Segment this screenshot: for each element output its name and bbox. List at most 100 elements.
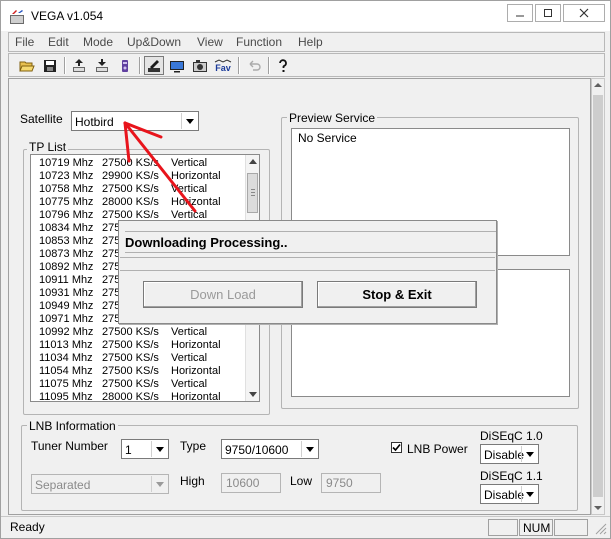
tp-polarization: Horizontal [171, 365, 221, 377]
menu-help[interactable]: Help [298, 35, 323, 49]
tp-list-row[interactable]: 11034 Mhz 27500 KS/s Vertical [31, 352, 245, 365]
vega-app-icon [10, 10, 24, 24]
dropdown-arrow[interactable] [151, 476, 167, 492]
toolbar: Fav [8, 53, 605, 77]
low-frequency-input[interactable]: 9750 [321, 473, 381, 493]
tp-frequency: 10971 Mhz [39, 313, 94, 325]
help-icon [279, 58, 287, 72]
diseqc11-select[interactable]: Disable [480, 484, 539, 504]
diseqc10-select[interactable]: Disable [480, 444, 539, 464]
annotation-arrow-icon [123, 121, 197, 213]
tp-frequency: 10834 Mhz [39, 222, 94, 234]
camera-icon [193, 59, 207, 72]
lnb-mode-value: Separated [35, 478, 91, 492]
toolbar-separator [64, 57, 66, 74]
checkmark-icon [392, 443, 401, 452]
download-button[interactable]: Down Load [143, 281, 303, 308]
tp-list-row[interactable]: 11054 Mhz 27500 KS/s Horizontal [31, 365, 245, 378]
chevron-down-icon [525, 491, 534, 497]
low-label: Low [290, 474, 313, 488]
undo-button[interactable] [244, 56, 264, 75]
chevron-down-icon [305, 446, 314, 452]
scroll-down-icon [594, 506, 602, 510]
dropdown-arrow[interactable] [301, 441, 317, 457]
scroll-up-icon [594, 83, 602, 87]
tp-frequency: 10723 Mhz [39, 170, 94, 182]
open-folder-icon [19, 61, 35, 71]
title-bar[interactable]: VEGA v1.054 [1, 1, 610, 31]
tuner-number-label: Tuner Number [31, 439, 108, 453]
diseqc11-value: Disable [484, 488, 525, 502]
edit-tp-button[interactable] [144, 56, 164, 75]
tp-list-scroll-thumb[interactable] [247, 173, 258, 213]
tuner-number-select[interactable]: 1 [121, 439, 169, 459]
lnb-mode-select[interactable]: Separated [31, 474, 169, 494]
scroll-thumb[interactable] [593, 95, 603, 497]
diseqc10-label: DiSEqC 1.0 [480, 429, 543, 443]
menu-updown[interactable]: Up&Down [127, 35, 181, 49]
resize-grip-icon[interactable] [593, 521, 607, 535]
status-cell-caps [488, 519, 518, 536]
menu-mode[interactable]: Mode [83, 35, 113, 49]
tp-list-row[interactable]: 10992 Mhz 27500 KS/s Vertical [31, 326, 245, 339]
dropdown-arrow[interactable] [521, 446, 537, 462]
toolbar-separator [268, 57, 270, 74]
tuner-number-value: 1 [125, 443, 132, 457]
dropdown-arrow[interactable] [151, 441, 167, 457]
tp-list-row[interactable]: 11075 Mhz 27500 KS/s Vertical [31, 378, 245, 391]
tp-frequency: 10911 Mhz [39, 274, 93, 286]
tp-frequency: 10853 Mhz [39, 235, 94, 247]
tp-list-row[interactable]: 11013 Mhz 27500 KS/s Horizontal [31, 339, 245, 352]
screen-button[interactable] [167, 56, 187, 75]
upload-button[interactable] [69, 56, 89, 75]
menu-edit[interactable]: Edit [48, 35, 69, 49]
minimize-button[interactable] [507, 4, 533, 22]
satellite-value: Hotbird [75, 115, 114, 129]
dropdown-arrow[interactable] [521, 486, 537, 502]
open-button[interactable] [17, 56, 37, 75]
maximize-icon [544, 9, 552, 17]
undo-icon [249, 60, 261, 71]
help-button[interactable] [273, 56, 293, 75]
dialog-title: Downloading Processing.. [125, 231, 496, 253]
download-button[interactable] [92, 56, 112, 75]
tp-list-row[interactable]: 11095 Mhz 28000 KS/s Horizontal [31, 391, 245, 402]
device-button[interactable] [115, 56, 135, 75]
status-bar: Ready NUM [1, 516, 610, 538]
save-button[interactable] [40, 56, 60, 75]
lnb-power-checkbox[interactable] [391, 442, 402, 453]
maximize-button[interactable] [535, 4, 561, 22]
tp-frequency: 10992 Mhz [39, 326, 94, 338]
menu-file[interactable]: File [15, 35, 34, 49]
scroll-down-icon [249, 392, 257, 397]
tp-symbol-rate: 28000 KS/s [102, 391, 159, 402]
download-icon [96, 58, 108, 72]
tp-frequency: 11095 Mhz [39, 391, 93, 402]
chevron-down-icon [155, 481, 164, 487]
tp-frequency: 10949 Mhz [39, 300, 94, 312]
menu-bar: File Edit Mode Up&Down View Function Hel… [8, 32, 605, 52]
tp-frequency: 10873 Mhz [39, 248, 94, 260]
tp-frequency: 10892 Mhz [39, 261, 94, 273]
lnb-type-value: 9750/10600 [225, 443, 289, 457]
diseqc11-label: DiSEqC 1.1 [480, 469, 543, 483]
device-icon [122, 59, 128, 72]
toolbar-separator [238, 57, 240, 74]
tp-frequency: 10775 Mhz [39, 196, 94, 208]
tp-symbol-rate: 27500 KS/s [102, 352, 159, 364]
menu-function[interactable]: Function [236, 35, 282, 49]
lnb-power-label: LNB Power [407, 442, 468, 456]
tp-frequency: 11075 Mhz [39, 378, 93, 390]
camera-button[interactable] [190, 56, 210, 75]
lnb-type-select[interactable]: 9750/10600 [221, 439, 319, 459]
tp-frequency: 10796 Mhz [39, 209, 94, 221]
tp-frequency: 10758 Mhz [39, 183, 94, 195]
high-frequency-input[interactable]: 10600 [221, 473, 281, 493]
tp-frequency: 11054 Mhz [39, 365, 93, 377]
close-button[interactable] [563, 4, 605, 22]
fav-button[interactable]: Fav [213, 56, 233, 75]
main-scrollbar[interactable] [591, 78, 605, 515]
lnb-information-title: LNB Information [27, 419, 118, 433]
stop-exit-button[interactable]: Stop & Exit [317, 281, 477, 308]
menu-view[interactable]: View [197, 35, 223, 49]
